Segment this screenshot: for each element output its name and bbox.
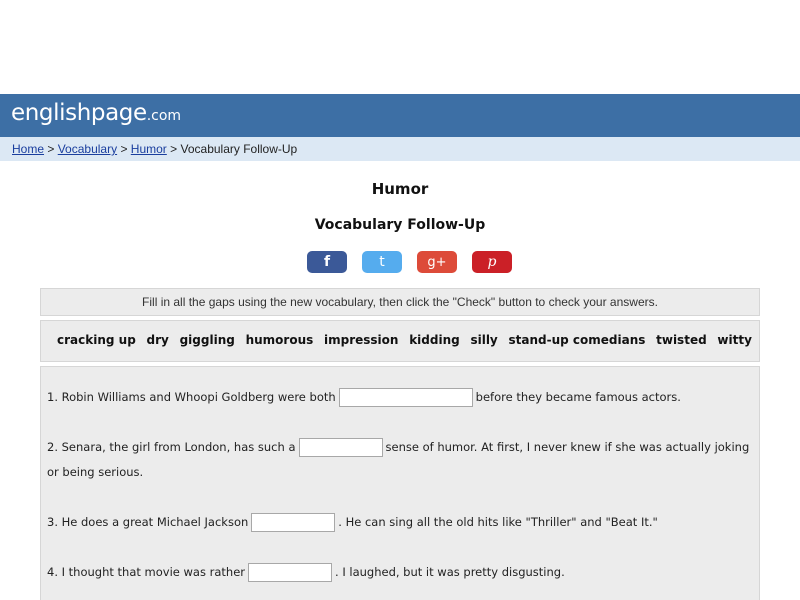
googleplus-icon: g+ xyxy=(427,254,447,270)
question-4-text-after: . I laughed, but it was pretty disgustin… xyxy=(335,565,565,579)
word-bank-item: silly xyxy=(470,333,498,347)
word-bank-item: dry xyxy=(146,333,169,347)
word-bank-item: giggling xyxy=(179,333,235,347)
site-logo[interactable]: englishpage.com xyxy=(11,100,181,126)
question-3-answer-input[interactable] xyxy=(251,513,336,532)
question-1-text: 1. Robin Williams and Whoopi Goldberg we… xyxy=(47,390,336,404)
googleplus-share-button[interactable]: g+ xyxy=(417,251,457,273)
question-3-text-after: . He can sing all the old hits like "Thr… xyxy=(338,515,658,529)
word-bank-item: humorous xyxy=(245,333,314,347)
questions-panel: 1. Robin Williams and Whoopi Goldberg we… xyxy=(40,366,760,600)
question-3-text: 3. He does a great Michael Jackson xyxy=(47,515,249,529)
word-bank-item: stand-up comedians xyxy=(508,333,646,347)
breadcrumb-link-home[interactable]: Home xyxy=(12,142,44,156)
question-3: 3. He does a great Michael Jackson . He c… xyxy=(47,510,753,535)
breadcrumb-separator: > xyxy=(47,142,55,156)
facebook-share-button[interactable]: f xyxy=(307,251,347,273)
word-bank-item: cracking up xyxy=(57,333,136,347)
breadcrumb-current: Vocabulary Follow-Up xyxy=(180,142,298,156)
pinterest-icon: p xyxy=(487,254,497,270)
twitter-share-button[interactable]: t xyxy=(362,251,402,273)
breadcrumb: Home > Vocabulary > Humor > Vocabulary F… xyxy=(0,137,800,161)
page-subtitle: Vocabulary Follow-Up xyxy=(314,217,486,233)
breadcrumb-link-vocabulary[interactable]: Vocabulary xyxy=(58,142,117,156)
question-2-text: 2. Senara, the girl from London, has suc… xyxy=(47,440,296,454)
word-bank-item: impression xyxy=(324,333,399,347)
breadcrumb-separator: > xyxy=(120,142,128,156)
logo-suffix: .com xyxy=(146,108,182,124)
breadcrumb-separator: > xyxy=(170,142,178,156)
share-buttons: f t g+ p xyxy=(307,251,512,273)
word-bank: cracking up dry giggling humorous impres… xyxy=(40,320,760,362)
page-title: Humor xyxy=(371,180,429,198)
question-1-answer-input[interactable] xyxy=(338,388,473,407)
word-bank-item: witty xyxy=(717,333,752,347)
logo-main: englishpage xyxy=(11,100,147,126)
question-4-answer-input[interactable] xyxy=(248,563,333,582)
pinterest-share-button[interactable]: p xyxy=(472,251,512,273)
question-2: 2. Senara, the girl from London, has suc… xyxy=(47,435,753,485)
instructions-text: Fill in all the gaps using the new vocab… xyxy=(40,288,760,316)
breadcrumb-link-humor[interactable]: Humor xyxy=(131,142,167,156)
question-4: 4. I thought that movie was rather . I la… xyxy=(47,560,753,585)
question-1: 1. Robin Williams and Whoopi Goldberg we… xyxy=(47,385,753,410)
site-header: englishpage.com xyxy=(0,94,800,137)
question-4-text: 4. I thought that movie was rather xyxy=(47,565,246,579)
question-1-text-after: before they became famous actors. xyxy=(475,390,681,404)
question-2-answer-input[interactable] xyxy=(298,438,383,457)
word-bank-item: kidding xyxy=(409,333,460,347)
facebook-icon: f xyxy=(323,254,331,270)
twitter-icon: t xyxy=(379,254,385,270)
word-bank-item: twisted xyxy=(656,333,707,347)
